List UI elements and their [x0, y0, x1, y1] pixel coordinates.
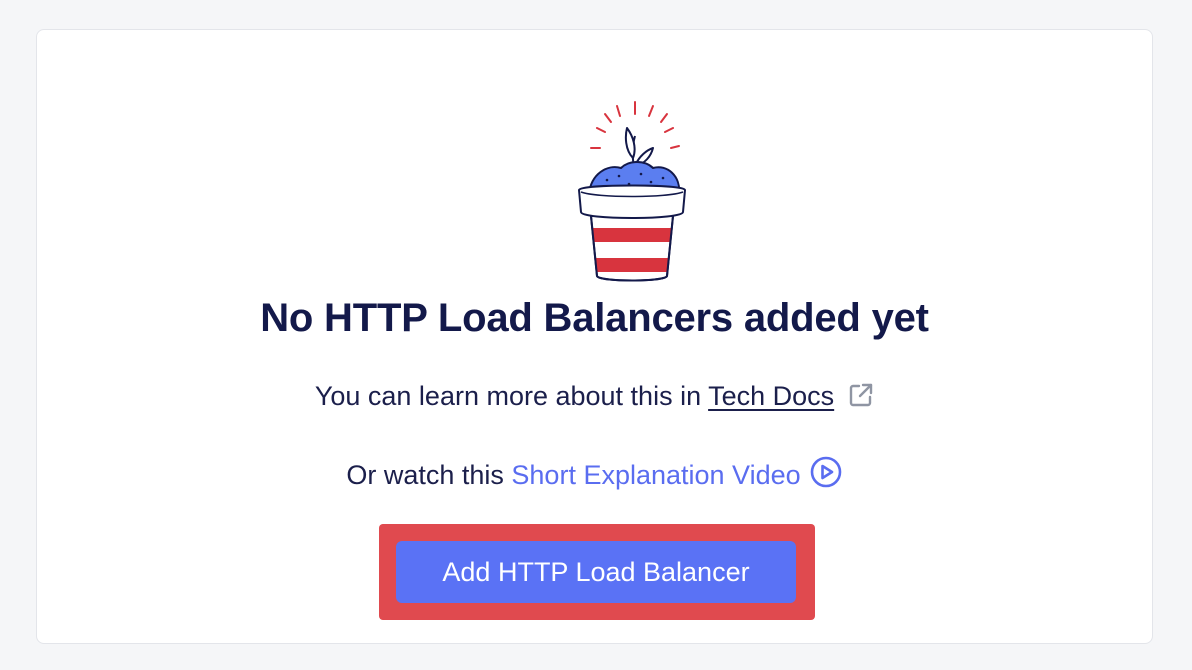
external-link-icon[interactable]: [848, 382, 874, 415]
empty-state-title: No HTTP Load Balancers added yet: [260, 296, 929, 340]
empty-state-card: No HTTP Load Balancers added yet You can…: [36, 29, 1153, 644]
button-highlight-frame: Add HTTP Load Balancer: [379, 524, 815, 620]
plant-pot-icon: [567, 100, 697, 290]
video-prefix-text: Or watch this: [346, 460, 512, 490]
add-http-load-balancer-button[interactable]: Add HTTP Load Balancer: [396, 541, 796, 603]
video-line: Or watch this Short Explanation Video: [37, 455, 1152, 496]
short-explanation-video-link[interactable]: Short Explanation Video: [511, 460, 800, 490]
docs-prefix-text: You can learn more about this in: [314, 381, 709, 411]
play-circle-icon[interactable]: [809, 455, 843, 496]
tech-docs-link[interactable]: Tech Docs: [708, 381, 834, 411]
docs-line: You can learn more about this in Tech Do…: [37, 381, 1152, 415]
